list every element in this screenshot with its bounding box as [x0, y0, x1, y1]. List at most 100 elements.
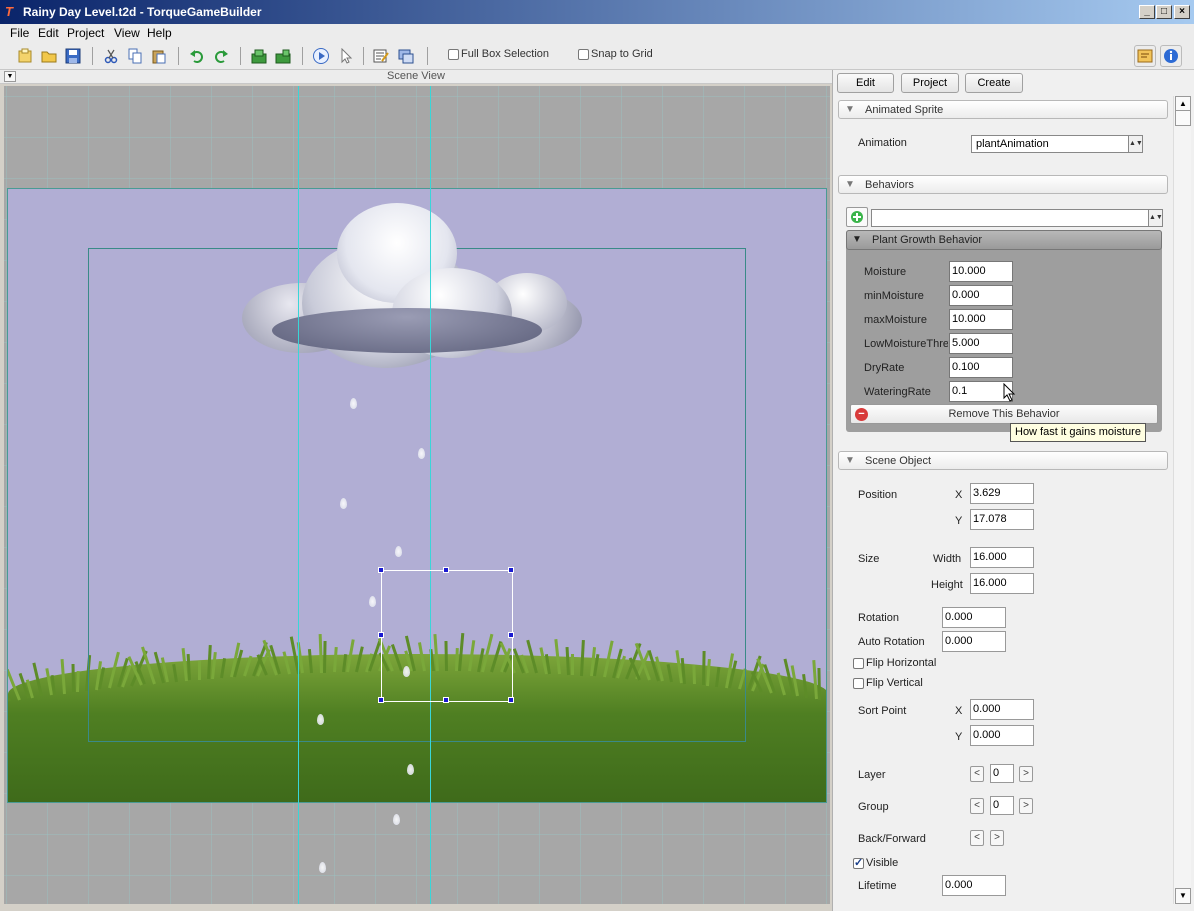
tab-create[interactable]: Create: [965, 73, 1023, 93]
snap-to-grid-checkbox[interactable]: [578, 48, 589, 60]
group-input[interactable]: 0: [990, 796, 1014, 815]
width-input[interactable]: 16.000: [970, 547, 1034, 568]
minimize-button[interactable]: _: [1139, 5, 1155, 19]
console-button[interactable]: [1134, 45, 1156, 67]
layer-input[interactable]: 0: [990, 764, 1014, 783]
open-file-button[interactable]: [38, 45, 60, 67]
add-behavior-button[interactable]: [846, 207, 868, 227]
animation-value: plantAnimation: [976, 138, 1049, 150]
position-y-input[interactable]: 17.078: [970, 509, 1034, 530]
toolbar-separator: [178, 47, 179, 65]
snap-to-grid-toggle[interactable]: Snap to Grid: [578, 48, 653, 60]
min-moisture-input[interactable]: 0.000: [949, 285, 1013, 306]
visible-checkbox[interactable]: [853, 856, 864, 869]
animated-sprite-section[interactable]: ▼ Animated Sprite: [838, 100, 1168, 119]
scene-object-section[interactable]: ▼ Scene Object: [838, 451, 1168, 470]
menu-view[interactable]: View: [114, 26, 140, 40]
visible-toggle[interactable]: Visible: [853, 856, 898, 869]
resize-handle[interactable]: [378, 567, 384, 573]
tab-edit[interactable]: Edit: [837, 73, 894, 93]
grass-blade: [71, 664, 75, 693]
full-box-selection-checkbox[interactable]: [448, 48, 459, 60]
min-moisture-label: minMoisture: [864, 290, 924, 302]
resize-handle[interactable]: [378, 697, 384, 703]
grass-blade: [817, 667, 821, 700]
edit-script-button[interactable]: [370, 45, 392, 67]
behaviors-section[interactable]: ▼ Behaviors: [838, 175, 1168, 194]
undo-button[interactable]: [186, 45, 208, 67]
paste-button[interactable]: [148, 45, 170, 67]
cloud-sprite[interactable]: [232, 198, 592, 388]
low-moisture-threshold-input[interactable]: 5.000: [949, 333, 1013, 354]
selection-box[interactable]: [378, 567, 514, 703]
tab-project[interactable]: Project: [901, 73, 959, 93]
sort-x-label: X: [955, 705, 963, 717]
flip-vertical-toggle[interactable]: Flip Vertical: [853, 677, 923, 689]
auto-rotation-input[interactable]: 0.000: [942, 631, 1006, 652]
flip-horizontal-checkbox[interactable]: [853, 657, 864, 669]
behavior-header[interactable]: ▼ Plant Growth Behavior: [846, 230, 1162, 250]
group-increment-button[interactable]: >: [1019, 798, 1033, 814]
raindrop: [418, 448, 425, 459]
undo-icon: [190, 50, 203, 63]
new-file-button[interactable]: [14, 45, 36, 67]
lifetime-input[interactable]: 0.000: [942, 875, 1006, 896]
play-icon: [313, 48, 329, 64]
bring-forward-button[interactable]: [272, 45, 294, 67]
info-button[interactable]: [1160, 45, 1182, 67]
max-moisture-label: maxMoisture: [864, 314, 927, 326]
scroll-down-button[interactable]: ▼: [1175, 888, 1191, 904]
full-box-selection-toggle[interactable]: Full Box Selection: [448, 48, 549, 60]
animation-select[interactable]: plantAnimation ▲▼: [971, 135, 1143, 153]
copy-button[interactable]: [124, 45, 146, 67]
resize-handle[interactable]: [508, 632, 514, 638]
close-button[interactable]: ×: [1174, 5, 1190, 19]
toolbar-separator: [363, 47, 364, 65]
menu-help[interactable]: Help: [147, 26, 172, 40]
send-back-button[interactable]: <: [970, 830, 984, 846]
send-backward-button[interactable]: [248, 45, 270, 67]
cut-button[interactable]: [100, 45, 122, 67]
scroll-thumb[interactable]: [1175, 110, 1191, 126]
rotation-input[interactable]: 0.000: [942, 607, 1006, 628]
position-x-input[interactable]: 3.629: [970, 483, 1034, 504]
scene-canvas[interactable]: [4, 86, 830, 904]
play-button[interactable]: [310, 45, 332, 67]
layer-decrement-button[interactable]: <: [970, 766, 984, 782]
layer-increment-button[interactable]: >: [1019, 766, 1033, 782]
max-moisture-input[interactable]: 10.000: [949, 309, 1013, 330]
group-decrement-button[interactable]: <: [970, 798, 984, 814]
save-button[interactable]: [62, 45, 84, 67]
select-tool-button[interactable]: [335, 45, 357, 67]
flip-horizontal-toggle[interactable]: Flip Horizontal: [853, 657, 936, 669]
maximize-button[interactable]: □: [1156, 5, 1172, 19]
remove-behavior-button[interactable]: − Remove This Behavior: [850, 404, 1158, 424]
dry-rate-input[interactable]: 0.100: [949, 357, 1013, 378]
resize-handle[interactable]: [508, 567, 514, 573]
sort-point-x-input[interactable]: 0.000: [970, 699, 1034, 720]
toolbar-separator: [240, 47, 241, 65]
flip-vertical-checkbox[interactable]: [853, 677, 864, 689]
panel-scrollbar[interactable]: ▲ ▼: [1173, 96, 1191, 904]
resize-handle[interactable]: [378, 632, 384, 638]
menu-project[interactable]: Project: [67, 26, 104, 40]
toolbar-separator: [92, 47, 93, 65]
scene-window-button[interactable]: [395, 45, 417, 67]
redo-button[interactable]: [210, 45, 232, 67]
resize-handle[interactable]: [443, 697, 449, 703]
console-icon: [1137, 49, 1153, 63]
resize-handle[interactable]: [443, 567, 449, 573]
rotation-label: Rotation: [858, 612, 899, 624]
bring-forward-button[interactable]: >: [990, 830, 1004, 846]
sort-point-y-input[interactable]: 0.000: [970, 725, 1034, 746]
raindrop: [395, 546, 402, 557]
resize-handle[interactable]: [508, 697, 514, 703]
moisture-input[interactable]: 10.000: [949, 261, 1013, 282]
height-input[interactable]: 16.000: [970, 573, 1034, 594]
group-label: Group: [858, 801, 889, 813]
plant-growth-behavior: ▼ Plant Growth Behavior Moisture 10.000 …: [846, 230, 1162, 432]
raindrop: [350, 398, 357, 409]
menu-file[interactable]: File: [10, 26, 29, 40]
menu-edit[interactable]: Edit: [38, 26, 59, 40]
behavior-select[interactable]: ▲▼: [871, 209, 1163, 227]
